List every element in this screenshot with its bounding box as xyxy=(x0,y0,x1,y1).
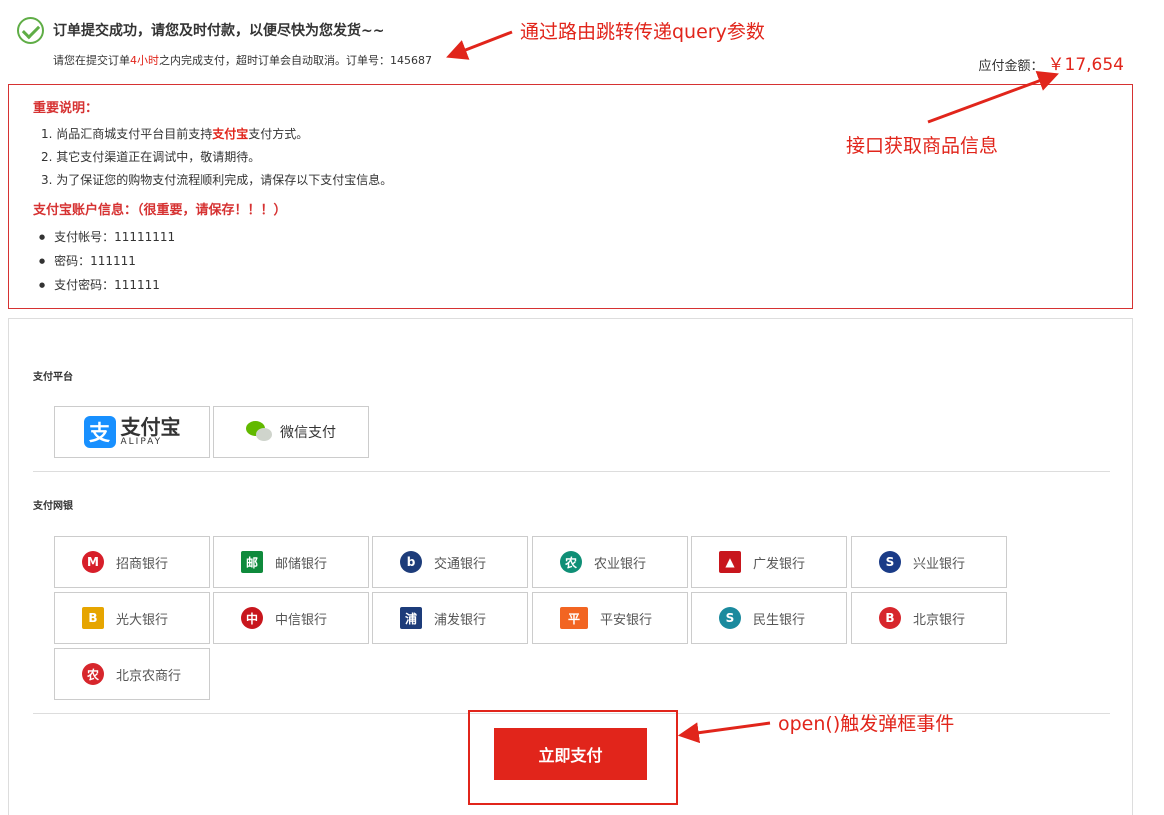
bank-option-bob[interactable]: B 北京银行 xyxy=(851,592,1007,644)
important-notice: 重要说明： 1. 尚品汇商城支付平台目前支持支付宝支付方式。 2. 其它支付渠道… xyxy=(8,84,1133,309)
bank-option-cib[interactable]: S 兴业银行 xyxy=(851,536,1007,588)
bank-option-cgb[interactable]: ▲ 广发银行 xyxy=(691,536,847,588)
cmb-logo-icon: M xyxy=(82,551,104,573)
bank-option-cmb[interactable]: M 招商银行 xyxy=(54,536,210,588)
platform-label: 支付平台 xyxy=(33,372,73,383)
notice-item: 1. 尚品汇商城支付平台目前支持支付宝支付方式。 xyxy=(41,123,392,146)
order-number: 145687 xyxy=(390,54,432,67)
annotation-open: open()触发弹框事件 xyxy=(778,713,955,735)
bank-option-cmbc[interactable]: S 民生银行 xyxy=(691,592,847,644)
wechat-label: 微信支付 xyxy=(280,425,336,441)
account-item: 密码：111111 xyxy=(39,250,175,274)
amount-label: 应付金额： xyxy=(978,59,1044,74)
annotation-api: 接口获取商品信息 xyxy=(846,135,999,157)
alipay-cn: 支付宝 xyxy=(120,414,181,439)
psbc-logo-icon: 邮 xyxy=(241,551,263,573)
pay-button-highlight xyxy=(468,710,678,805)
bank-name: 广发银行 xyxy=(753,557,806,572)
wechat-pay-option[interactable]: 微信支付 xyxy=(213,406,369,458)
hint-mid: 之内完成支付，超时订单会自动取消。订单号： xyxy=(159,54,390,67)
bank-option-pingan[interactable]: 平 平安银行 xyxy=(532,592,688,644)
alipay-account-title: 支付宝账户信息：（很重要，请保存！！！） xyxy=(33,203,287,218)
ceb-logo-icon: B xyxy=(82,607,104,629)
bjrcb-logo-icon: 农 xyxy=(82,663,104,685)
notice-item-text: 支付方式。 xyxy=(248,127,309,141)
bank-name: 交通银行 xyxy=(434,557,487,572)
alipay-option[interactable]: 支 支付宝 ALIPAY xyxy=(54,406,210,458)
bank-label: 支付网银 xyxy=(33,501,73,512)
success-header: 订单提交成功，请您及时付款，以便尽快为您发货~~ xyxy=(17,16,384,44)
bank-name: 兴业银行 xyxy=(913,557,966,572)
annotation-query: 通过路由跳转传递query参数 xyxy=(520,21,765,43)
alipay-highlight: 支付宝 xyxy=(212,127,249,141)
bank-option-citic[interactable]: 中 中信银行 xyxy=(213,592,369,644)
hint-pre: 请您在提交订单 xyxy=(53,54,130,67)
bank-name: 中信银行 xyxy=(275,613,328,628)
bank-option-psbc[interactable]: 邮 邮储银行 xyxy=(213,536,369,588)
account-list: 支付帐号：11111111 密码：111111 支付密码：111111 xyxy=(39,226,175,298)
pingan-logo-icon: 平 xyxy=(560,607,588,629)
success-title: 订单提交成功，请您及时付款，以便尽快为您发货~~ xyxy=(53,23,385,39)
hint-hours: 4小时 xyxy=(130,54,159,67)
notice-item-text: 1. 尚品汇商城支付平台目前支持 xyxy=(41,127,213,141)
bank-option-abc[interactable]: 农 农业银行 xyxy=(532,536,688,588)
account-item: 支付密码：111111 xyxy=(39,274,175,298)
bank-option-ceb[interactable]: B 光大银行 xyxy=(54,592,210,644)
bank-name: 民生银行 xyxy=(753,613,806,628)
alipay-logo-icon: 支 xyxy=(83,416,116,448)
bank-name: 农业银行 xyxy=(594,557,647,572)
notice-title: 重要说明： xyxy=(33,101,99,116)
cgb-logo-icon: ▲ xyxy=(719,551,741,573)
abc-logo-icon: 农 xyxy=(560,551,582,573)
alipay-en: ALIPAY xyxy=(120,436,163,447)
cmbc-logo-icon: S xyxy=(719,607,741,629)
account-item: 支付帐号：11111111 xyxy=(39,226,175,250)
amount-due: 应付金额： ￥17,654 xyxy=(979,50,1125,75)
bank-option-bocom[interactable]: b 交通银行 xyxy=(372,536,528,588)
bank-name: 北京银行 xyxy=(913,613,966,628)
bank-name: 招商银行 xyxy=(116,557,169,572)
notice-item: 3. 为了保证您的购物支付流程顺利完成，请保存以下支付宝信息。 xyxy=(41,173,393,187)
bocom-logo-icon: b xyxy=(400,551,422,573)
bank-name: 浦发银行 xyxy=(434,613,487,628)
bank-name: 光大银行 xyxy=(116,613,169,628)
divider xyxy=(33,471,1110,472)
order-hint: 请您在提交订单4小时之内完成支付，超时订单会自动取消。订单号：145687 xyxy=(53,52,432,68)
bank-name: 平安银行 xyxy=(600,613,653,628)
bank-name: 邮储银行 xyxy=(275,557,328,572)
check-circle-icon xyxy=(17,16,44,44)
amount-value: ￥17,654 xyxy=(1047,55,1124,75)
wechat-icon xyxy=(246,421,274,443)
bank-option-spdb[interactable]: 浦 浦发银行 xyxy=(372,592,528,644)
cib-logo-icon: S xyxy=(879,551,901,573)
citic-logo-icon: 中 xyxy=(241,607,263,629)
spdb-logo-icon: 浦 xyxy=(400,607,422,629)
bob-logo-icon: B xyxy=(879,607,901,629)
bank-name: 北京农商行 xyxy=(116,669,182,684)
notice-list: 1. 尚品汇商城支付平台目前支持支付宝支付方式。 2. 其它支付渠道正在调试中，… xyxy=(41,123,392,192)
notice-item: 2. 其它支付渠道正在调试中，敬请期待。 xyxy=(41,150,261,164)
arrow-query xyxy=(446,30,513,60)
alipay-wordmark: 支付宝 ALIPAY xyxy=(121,417,181,448)
bank-option-bjrcb[interactable]: 农 北京农商行 xyxy=(54,648,210,700)
